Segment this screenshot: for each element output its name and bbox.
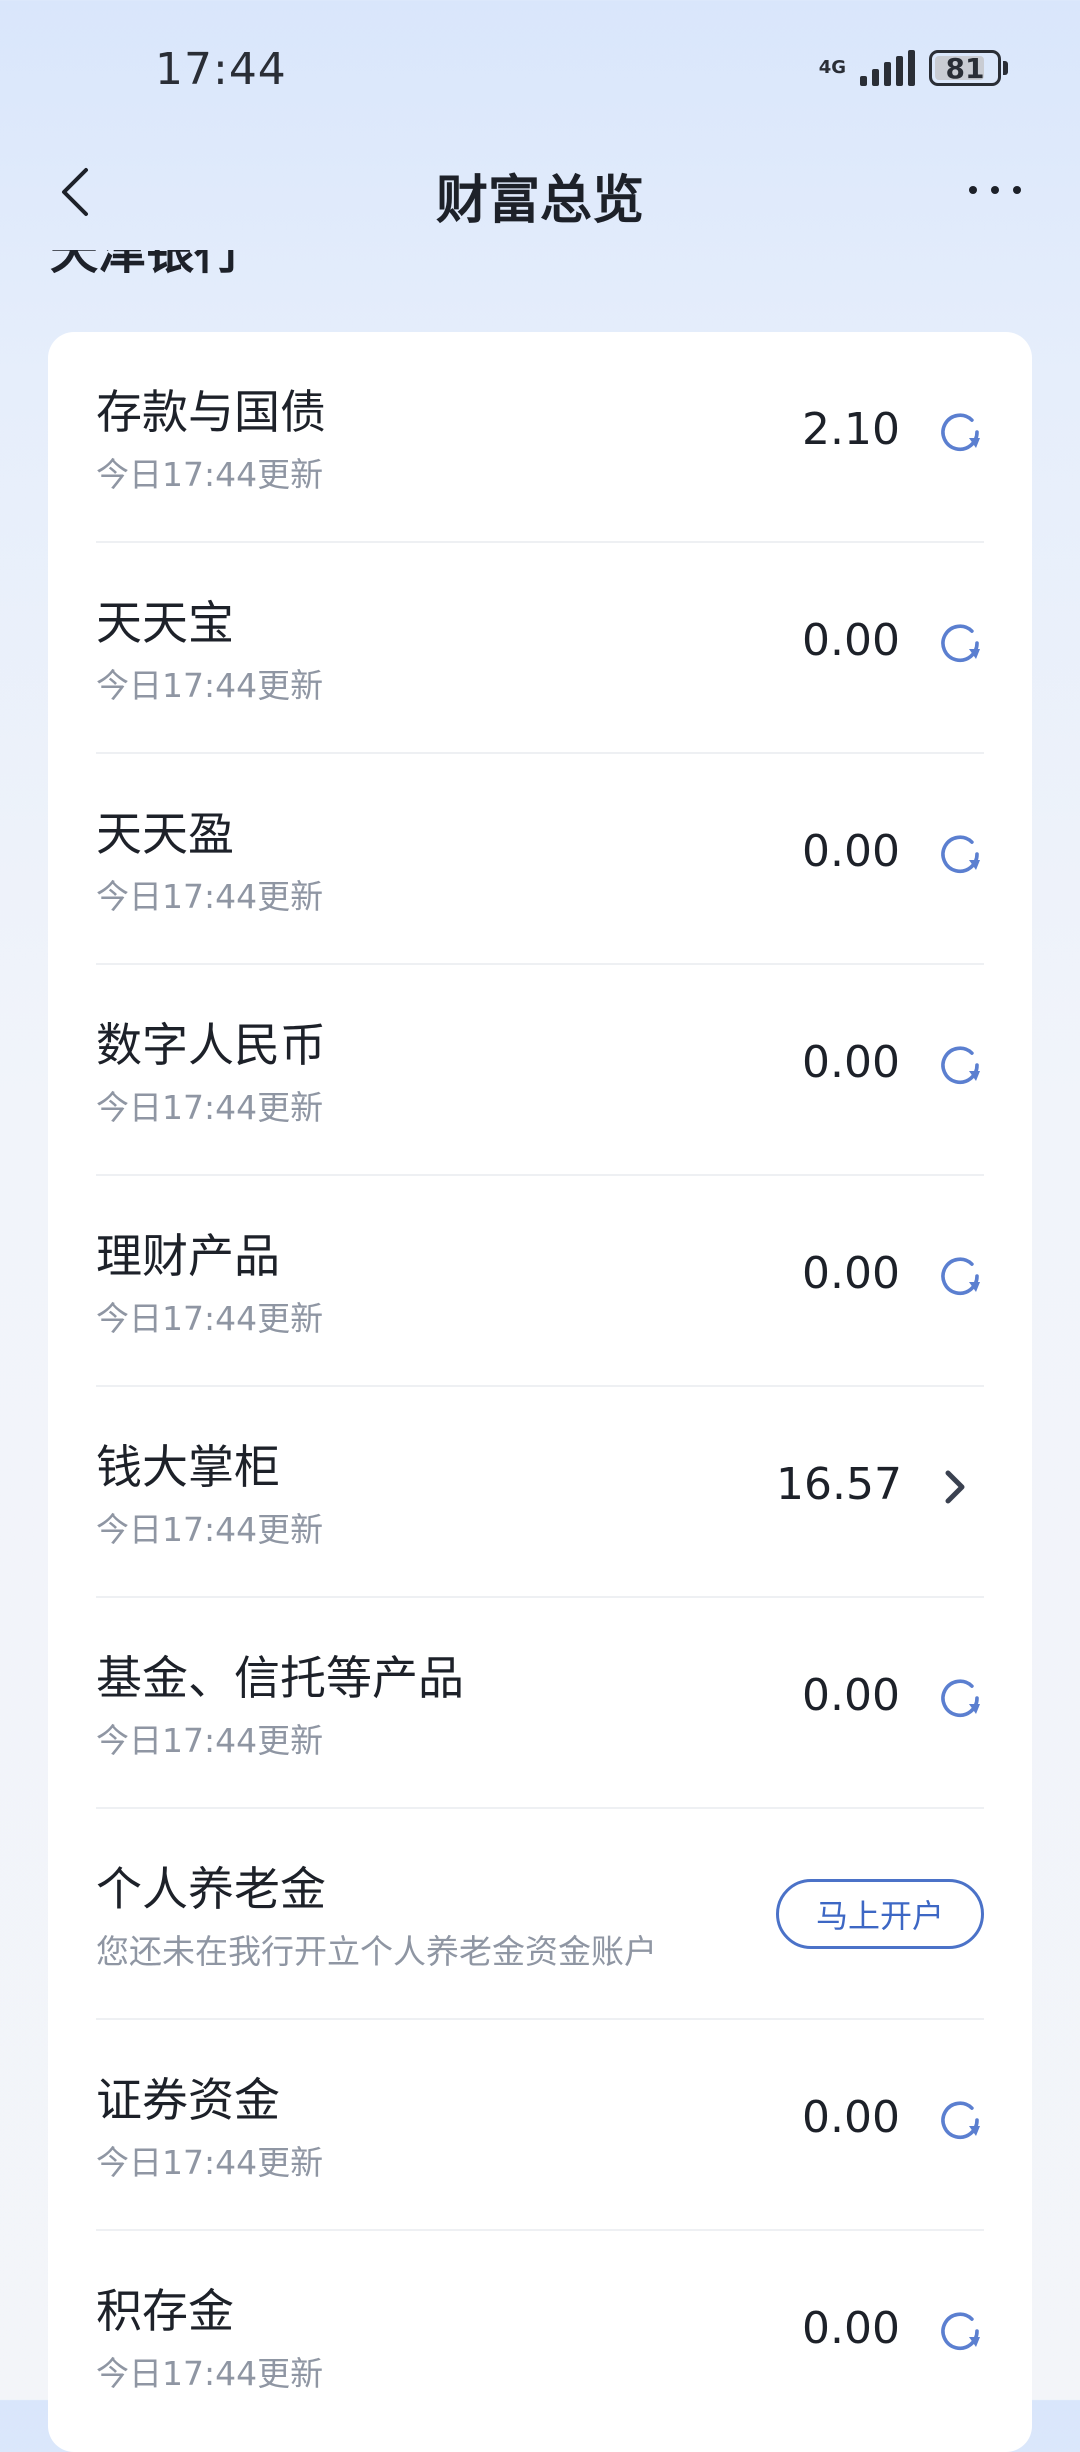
refresh-icon[interactable] bbox=[936, 2096, 984, 2144]
item-amount: 0.00 bbox=[802, 1670, 900, 1721]
wealth-card: 存款与国债 今日17:44更新 2.10 天天宝 今日17:44更新 0.00 … bbox=[48, 332, 1032, 2452]
chevron-right-icon[interactable] bbox=[940, 1465, 970, 1509]
item-amount: 0.00 bbox=[802, 1037, 900, 1088]
wealth-item-6[interactable]: 钱大掌柜 今日17:44更新 16.57 bbox=[96, 1387, 984, 1598]
item-amount: 0.00 bbox=[802, 826, 900, 877]
refresh-icon[interactable] bbox=[936, 408, 984, 456]
nav-bar: 财富总览 bbox=[0, 140, 1080, 245]
more-button[interactable] bbox=[965, 170, 1025, 210]
section-title-text: 天津银行 bbox=[50, 250, 243, 280]
refresh-icon[interactable] bbox=[936, 2307, 984, 2355]
refresh-icon[interactable] bbox=[936, 619, 984, 667]
item-title: 理财产品 bbox=[96, 1229, 280, 1283]
item-amount: 0.00 bbox=[802, 615, 900, 666]
wealth-item-8: 个人养老金 您还未在我行开立个人养老金资金账户 马上开户 bbox=[96, 1809, 984, 2020]
section-title: 天津银行 bbox=[50, 250, 242, 280]
wealth-item-7[interactable]: 基金、信托等产品 今日17:44更新 0.00 bbox=[96, 1598, 984, 1809]
wealth-item-10[interactable]: 积存金 今日17:44更新 0.00 bbox=[96, 2231, 984, 2442]
item-amount: 2.10 bbox=[802, 404, 900, 455]
item-update-time: 今日17:44更新 bbox=[96, 455, 324, 494]
item-update-time: 今日17:44更新 bbox=[96, 1721, 324, 1760]
refresh-icon[interactable] bbox=[936, 830, 984, 878]
refresh-icon[interactable] bbox=[936, 1674, 984, 1722]
item-title: 存款与国债 bbox=[96, 385, 326, 439]
wealth-item-9[interactable]: 证券资金 今日17:44更新 0.00 bbox=[96, 2020, 984, 2231]
item-update-time: 今日17:44更新 bbox=[96, 2143, 324, 2182]
item-update-time: 今日17:44更新 bbox=[96, 1088, 324, 1127]
wealth-item-2[interactable]: 天天宝 今日17:44更新 0.00 bbox=[96, 543, 984, 754]
wealth-item-3[interactable]: 天天盈 今日17:44更新 0.00 bbox=[96, 754, 984, 965]
wealth-item-1[interactable]: 存款与国债 今日17:44更新 2.10 bbox=[96, 332, 984, 543]
item-update-time: 今日17:44更新 bbox=[96, 2354, 324, 2393]
battery-nub bbox=[1003, 61, 1008, 75]
item-notice: 您还未在我行开立个人养老金资金账户 bbox=[96, 1932, 657, 1971]
item-amount: 0.00 bbox=[802, 2303, 900, 2354]
signal-icon bbox=[860, 50, 915, 86]
battery-icon: 81 bbox=[929, 50, 1001, 86]
refresh-icon[interactable] bbox=[936, 1041, 984, 1089]
battery-level: 81 bbox=[945, 51, 985, 85]
item-update-time: 今日17:44更新 bbox=[96, 1299, 324, 1338]
item-title: 数字人民币 bbox=[96, 1018, 326, 1072]
item-update-time: 今日17:44更新 bbox=[96, 1510, 324, 1549]
item-title: 个人养老金 bbox=[96, 1862, 326, 1916]
item-amount: 16.57 bbox=[776, 1459, 902, 1510]
wealth-item-4[interactable]: 数字人民币 今日17:44更新 0.00 bbox=[96, 965, 984, 1176]
item-title: 积存金 bbox=[96, 2284, 234, 2338]
item-amount: 0.00 bbox=[802, 2092, 900, 2143]
item-update-time: 今日17:44更新 bbox=[96, 666, 324, 705]
item-title: 天天宝 bbox=[96, 596, 234, 650]
status-bar: 17:44 4G 81 bbox=[0, 0, 1080, 130]
network-label: 4G bbox=[818, 57, 846, 78]
more-icon bbox=[969, 186, 1021, 194]
status-time: 17:44 bbox=[155, 44, 287, 95]
page-title: 财富总览 bbox=[435, 171, 644, 231]
open-account-button[interactable]: 马上开户 bbox=[776, 1879, 984, 1949]
item-title: 天天盈 bbox=[96, 807, 234, 861]
status-icons: 4G 81 bbox=[819, 50, 1008, 86]
item-title: 基金、信托等产品 bbox=[96, 1651, 464, 1705]
item-title: 证券资金 bbox=[96, 2073, 280, 2127]
item-amount: 0.00 bbox=[802, 1248, 900, 1299]
refresh-icon[interactable] bbox=[936, 1252, 984, 1300]
item-title: 钱大掌柜 bbox=[96, 1440, 280, 1494]
item-update-time: 今日17:44更新 bbox=[96, 877, 324, 916]
wealth-item-5[interactable]: 理财产品 今日17:44更新 0.00 bbox=[96, 1176, 984, 1387]
